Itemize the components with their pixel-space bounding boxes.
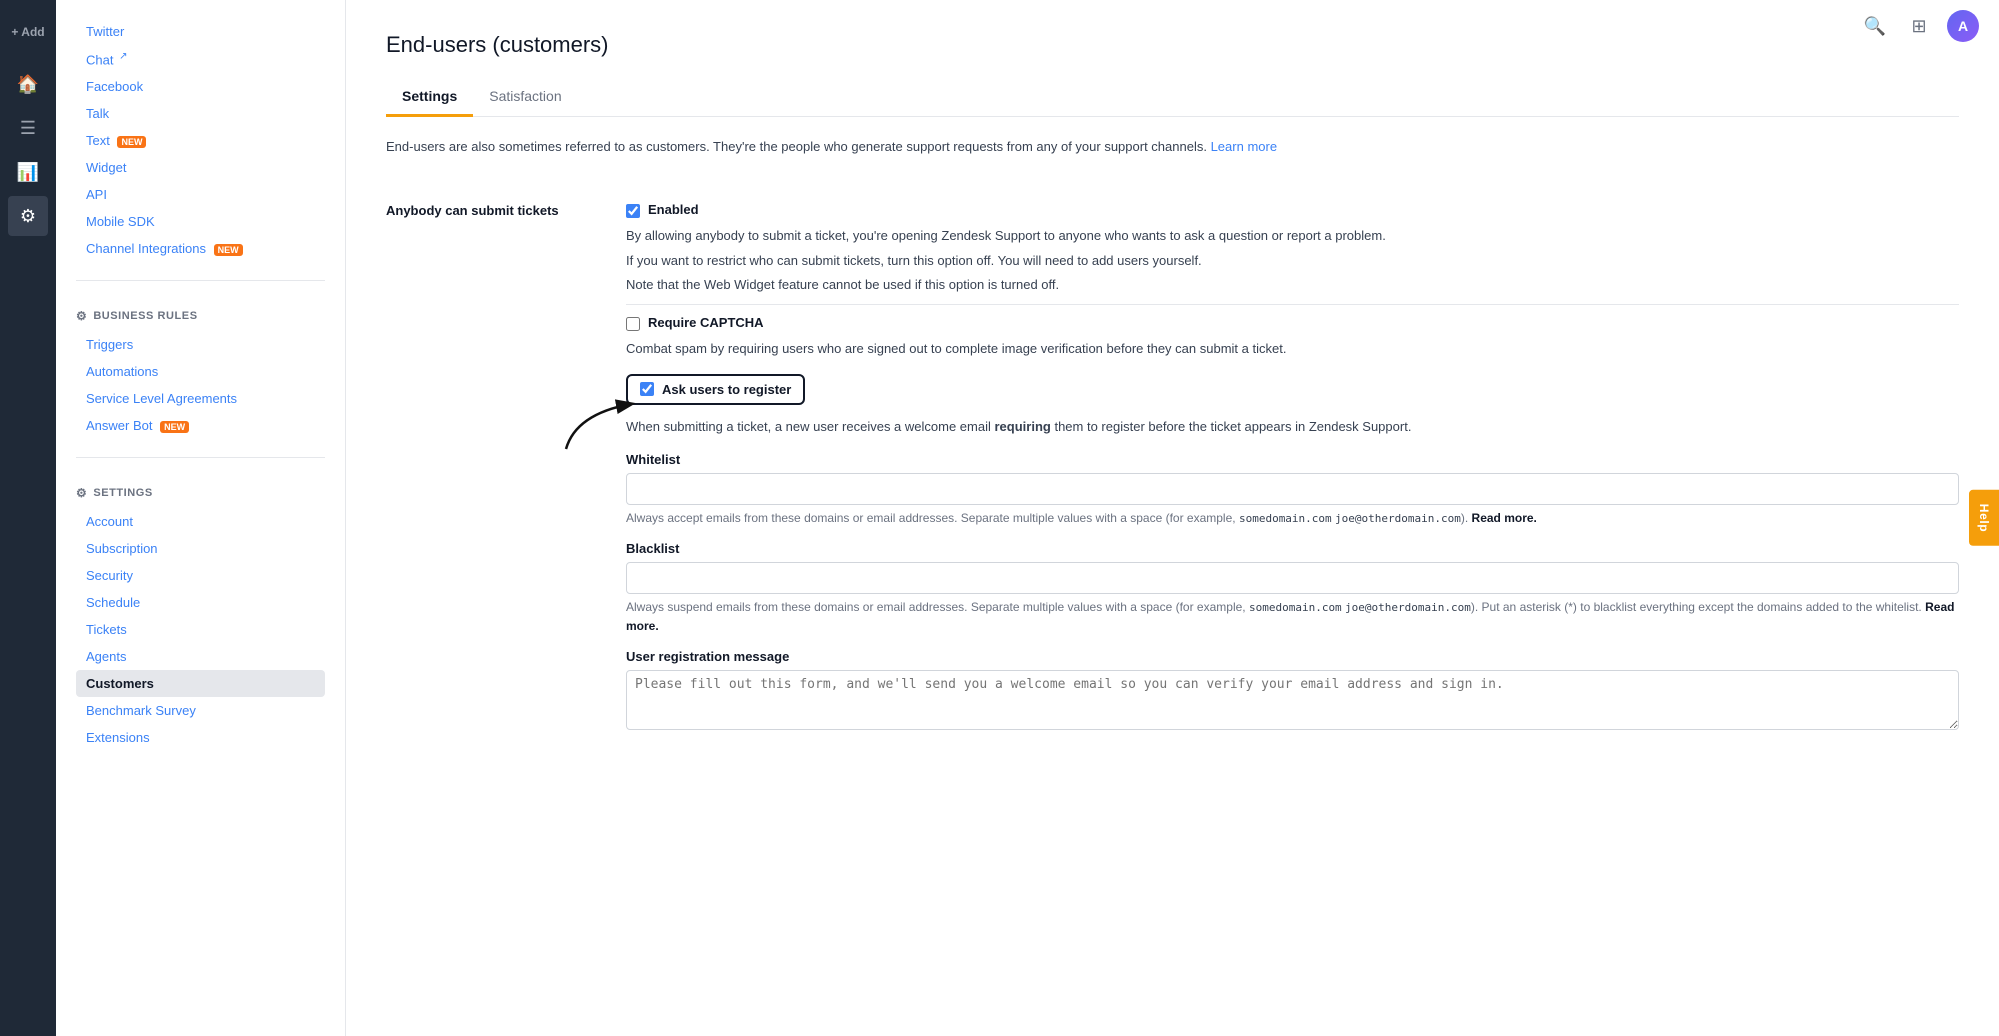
sidebar-item-api[interactable]: API (76, 181, 325, 208)
apps-button[interactable]: ⊞ (1903, 10, 1935, 42)
tickets-icon[interactable]: ☰ (8, 108, 48, 148)
whitelist-label: Whitelist (626, 452, 1959, 467)
sidebar-item-security[interactable]: Security (76, 562, 325, 589)
whitelist-input[interactable] (626, 473, 1959, 505)
arrow-annotation (556, 384, 646, 454)
external-link-icon: ↗ (119, 51, 127, 62)
captcha-desc: Combat spam by requiring users who are s… (626, 339, 1959, 360)
blacklist-desc: Always suspend emails from these domains… (626, 598, 1959, 635)
sidebar-item-benchmark-survey[interactable]: Benchmark Survey (76, 697, 325, 724)
enabled-desc3: Note that the Web Widget feature cannot … (626, 275, 1959, 296)
anybody-submit-content: Enabled By allowing anybody to submit a … (626, 202, 1959, 733)
channels-section: Twitter Chat ↗ Facebook Talk Text NEW Wi… (56, 0, 345, 270)
settings-icon[interactable]: ⚙ (8, 196, 48, 236)
sidebar-item-talk[interactable]: Talk (76, 100, 325, 127)
enabled-desc1: By allowing anybody to submit a ticket, … (626, 226, 1959, 247)
sidebar-divider-1 (76, 280, 325, 281)
help-button[interactable]: Help (1969, 490, 1999, 546)
anybody-submit-label: Anybody can submit tickets (386, 202, 586, 733)
sidebar-item-sla[interactable]: Service Level Agreements (76, 385, 325, 412)
sidebar-item-text[interactable]: Text NEW (76, 127, 325, 154)
blacklist-label: Blacklist (626, 541, 1959, 556)
business-rules-label: ⚙ BUSINESS RULES (76, 309, 325, 323)
sidebar-item-schedule[interactable]: Schedule (76, 589, 325, 616)
captcha-checkbox[interactable] (626, 317, 640, 331)
register-label[interactable]: Ask users to register (662, 382, 791, 397)
enabled-checkbox[interactable] (626, 204, 640, 218)
sidebar-item-customers[interactable]: Customers (76, 670, 325, 697)
sidebar-item-tickets-settings[interactable]: Tickets (76, 616, 325, 643)
sidebar-item-twitter[interactable]: Twitter (76, 18, 325, 45)
sidebar-item-answer-bot[interactable]: Answer Bot NEW (76, 412, 325, 439)
register-highlight-box: Ask users to register (626, 374, 805, 405)
settings-label: ⚙ SETTINGS (76, 486, 325, 500)
captcha-label[interactable]: Require CAPTCHA (648, 315, 764, 330)
sidebar-item-channel-integrations[interactable]: Channel Integrations NEW (76, 235, 325, 262)
sidebar-item-triggers[interactable]: Triggers (76, 331, 325, 358)
register-highlight-container: Ask users to register (626, 374, 1959, 413)
text-new-badge: NEW (117, 136, 146, 148)
sidebar-item-agents[interactable]: Agents (76, 643, 325, 670)
sidebar-item-widget[interactable]: Widget (76, 154, 325, 181)
reports-icon[interactable]: 📊 (8, 152, 48, 192)
page-title: End-users (customers) (386, 32, 1959, 58)
anybody-submit-section: Anybody can submit tickets Enabled By al… (386, 182, 1959, 753)
channel-integrations-new-badge: NEW (214, 244, 243, 256)
business-rules-section: ⚙ BUSINESS RULES Triggers Automations Se… (56, 291, 345, 447)
enabled-label[interactable]: Enabled (648, 202, 699, 217)
sidebar-item-automations[interactable]: Automations (76, 358, 325, 385)
user-avatar[interactable]: A (1947, 10, 1979, 42)
sidebar: Twitter Chat ↗ Facebook Talk Text NEW Wi… (56, 0, 346, 1036)
sidebar-item-extensions[interactable]: Extensions (76, 724, 325, 751)
register-desc: When submitting a ticket, a new user rec… (626, 417, 1959, 438)
home-icon[interactable]: 🏠 (8, 64, 48, 104)
sidebar-divider-2 (76, 457, 325, 458)
sidebar-item-chat[interactable]: Chat ↗ (76, 45, 325, 73)
sidebar-item-facebook[interactable]: Facebook (76, 73, 325, 100)
enabled-desc2: If you want to restrict who can submit t… (626, 251, 1959, 272)
reg-message-textarea[interactable] (626, 670, 1959, 730)
whitelist-read-more-link[interactable]: Read more. (1472, 511, 1537, 525)
settings-section-icon: ⚙ (76, 486, 87, 500)
add-button[interactable]: + Add (8, 12, 48, 52)
answer-bot-new-badge: NEW (160, 421, 189, 433)
sidebar-item-mobile-sdk[interactable]: Mobile SDK (76, 208, 325, 235)
topbar: 🔍 ⊞ A (1859, 0, 1999, 52)
search-button[interactable]: 🔍 (1859, 10, 1891, 42)
reg-message-label: User registration message (626, 649, 1959, 664)
enabled-row: Enabled (626, 202, 1959, 218)
tab-satisfaction[interactable]: Satisfaction (473, 78, 577, 117)
sidebar-item-account[interactable]: Account (76, 508, 325, 535)
sidebar-item-subscription[interactable]: Subscription (76, 535, 325, 562)
icon-rail: + Add 🏠 ☰ 📊 ⚙ (0, 0, 56, 1036)
captcha-row: Require CAPTCHA (626, 315, 1959, 331)
blacklist-input[interactable] (626, 562, 1959, 594)
settings-section: ⚙ SETTINGS Account Subscription Security… (56, 468, 345, 759)
main-content: 🔍 ⊞ A End-users (customers) Settings Sat… (346, 0, 1999, 1036)
business-rules-icon: ⚙ (76, 309, 87, 323)
tab-settings[interactable]: Settings (386, 78, 473, 117)
whitelist-desc: Always accept emails from these domains … (626, 509, 1959, 528)
intro-text: End-users are also sometimes referred to… (386, 137, 1959, 158)
sep1 (626, 304, 1959, 305)
tabs-bar: Settings Satisfaction (386, 78, 1959, 117)
learn-more-link[interactable]: Learn more (1211, 139, 1277, 154)
